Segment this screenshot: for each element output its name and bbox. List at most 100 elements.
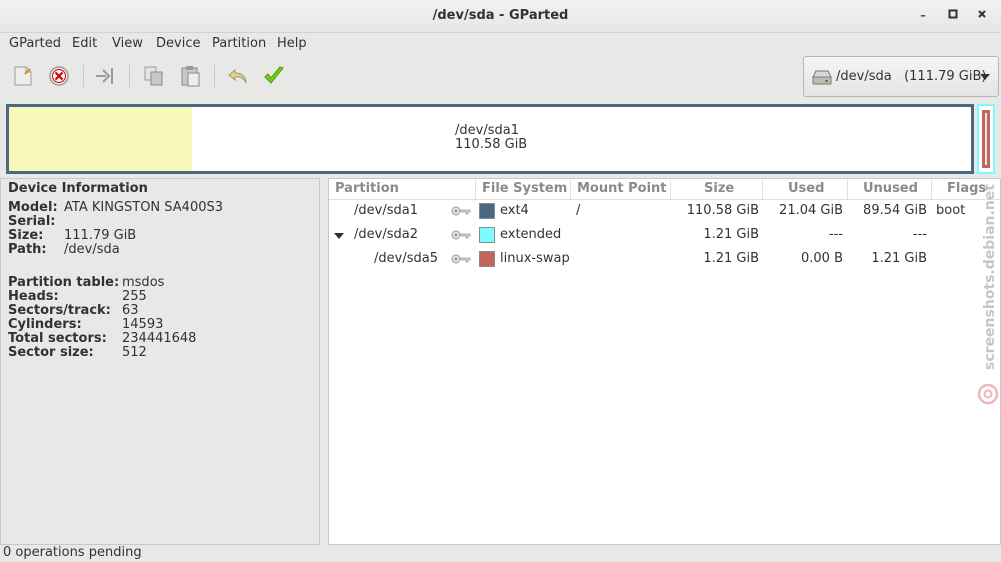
maximize-button[interactable] xyxy=(946,9,960,23)
info-value: 111.79 GiB xyxy=(64,228,137,243)
partition-unused: 89.54 GiB xyxy=(863,203,927,218)
undo-button[interactable] xyxy=(226,64,252,90)
chevron-down-icon xyxy=(980,74,990,80)
partition-used: 0.00 B xyxy=(801,251,843,266)
info-value: 255 xyxy=(122,289,147,304)
close-icon xyxy=(978,10,986,18)
info-key: Total sectors: xyxy=(8,331,107,346)
apply-button[interactable] xyxy=(262,64,288,90)
column-header-size[interactable]: Size xyxy=(704,181,734,196)
column-header-used[interactable]: Used xyxy=(788,181,824,196)
copy-button[interactable] xyxy=(142,64,168,90)
column-separator xyxy=(762,180,763,199)
debian-swirl-icon xyxy=(977,383,999,405)
info-value: ATA KINGSTON SA400S3 xyxy=(64,200,224,215)
info-key: Sector size: xyxy=(8,345,94,360)
partition-table: Partition File System Mount Point Size U… xyxy=(328,178,1001,545)
column-header-file-system[interactable]: File System xyxy=(482,181,567,196)
filesystem-color-swatch xyxy=(479,251,495,267)
table-row[interactable]: /dev/sda1 ext4 / 110.58 GiB 21.04 GiB 89… xyxy=(329,199,1000,223)
mount-point: / xyxy=(576,203,581,218)
menu-edit[interactable]: Edit xyxy=(72,36,97,51)
info-key: Heads: xyxy=(8,289,59,304)
menu-help[interactable]: Help xyxy=(277,36,307,51)
menu-partition[interactable]: Partition xyxy=(212,36,266,51)
menu-bar: GParted Edit View Device Partition Help xyxy=(0,33,1001,55)
checkmark-icon xyxy=(264,66,284,84)
device-selector-label: /dev/sda (111.79 GiB) xyxy=(836,69,987,84)
new-partition-button[interactable] xyxy=(11,64,37,90)
column-header-unused[interactable]: Unused xyxy=(863,181,918,196)
partition-unused: 1.21 GiB xyxy=(871,251,927,266)
filesystem: linux-swap xyxy=(500,251,570,266)
key-icon xyxy=(451,254,471,264)
device-information-heading: Device Information xyxy=(8,181,148,196)
info-value: msdos xyxy=(122,275,165,290)
filesystem-color-swatch xyxy=(479,227,495,243)
menu-view[interactable]: View xyxy=(112,36,143,51)
disk-graphic-extended[interactable] xyxy=(977,104,995,174)
filesystem: extended xyxy=(500,227,562,242)
table-header: Partition File System Mount Point Size U… xyxy=(329,179,1000,200)
info-value: 63 xyxy=(122,303,139,318)
operations-pending-status: 0 operations pending xyxy=(3,545,142,560)
menu-gparted[interactable]: GParted xyxy=(9,36,61,51)
delete-partition-button[interactable] xyxy=(47,64,73,90)
key-icon xyxy=(451,230,471,240)
paste-icon xyxy=(181,66,200,87)
toolbar-separator xyxy=(214,65,215,87)
column-separator xyxy=(931,180,932,199)
info-key: Model: xyxy=(8,200,58,215)
delete-icon xyxy=(49,66,69,86)
menu-device[interactable]: Device xyxy=(156,36,200,51)
disk-graphic-partition-size: 110.58 GiB xyxy=(455,137,528,152)
column-separator xyxy=(475,180,476,199)
resize-move-icon xyxy=(96,68,113,84)
info-key: Path: xyxy=(8,242,47,257)
swap-inner xyxy=(985,113,987,165)
status-bar: 0 operations pending xyxy=(0,545,1001,562)
new-document-icon xyxy=(14,66,32,86)
device-information-panel: Device Information Model: ATA KINGSTON S… xyxy=(0,178,320,545)
disk-graphic-swap[interactable] xyxy=(982,110,990,168)
close-button[interactable] xyxy=(975,9,989,23)
table-row[interactable]: /dev/sda5 linux-swap 1.21 GiB 0.00 B 1.2… xyxy=(329,247,1000,271)
toolbar: /dev/sda (111.79 GiB) xyxy=(0,55,1001,101)
disk-graphic-sda1[interactable]: /dev/sda1 110.58 GiB xyxy=(6,104,974,174)
hard-disk-icon xyxy=(812,70,832,85)
info-key: Cylinders: xyxy=(8,317,82,332)
info-key: Size: xyxy=(8,228,44,243)
disk-graphic-label: /dev/sda1 110.58 GiB xyxy=(455,124,527,152)
watermark: screenshots.debian.net xyxy=(977,184,999,405)
resize-move-button[interactable] xyxy=(93,64,119,90)
partition-used: 21.04 GiB xyxy=(779,203,843,218)
info-value: 512 xyxy=(122,345,147,360)
used-space-bar xyxy=(9,107,192,171)
filesystem: ext4 xyxy=(500,203,529,218)
watermark-text: screenshots.debian.net xyxy=(982,184,998,370)
column-separator xyxy=(847,180,848,199)
disk-graphic-partition-name: /dev/sda1 xyxy=(455,123,519,138)
filesystem-color-swatch xyxy=(479,203,495,219)
column-header-mount-point[interactable]: Mount Point xyxy=(577,181,667,196)
partition-used: --- xyxy=(828,227,843,242)
table-row[interactable]: /dev/sda2 extended 1.21 GiB --- --- xyxy=(329,223,1000,247)
device-selector[interactable]: /dev/sda (111.79 GiB) xyxy=(803,56,999,97)
copy-icon xyxy=(144,66,163,86)
paste-button[interactable] xyxy=(178,64,204,90)
column-header-partition[interactable]: Partition xyxy=(335,181,399,196)
info-value: 14593 xyxy=(122,317,164,332)
info-key: Serial: xyxy=(8,214,56,229)
column-separator xyxy=(670,180,671,199)
column-separator xyxy=(570,180,571,199)
info-value: /dev/sda xyxy=(64,242,120,257)
partition-size: 110.58 GiB xyxy=(686,203,759,218)
undo-icon xyxy=(228,68,247,84)
info-key: Partition table: xyxy=(8,275,120,290)
partition-name: /dev/sda1 xyxy=(354,203,418,218)
chevron-down-icon[interactable] xyxy=(334,233,344,239)
partition-size: 1.21 GiB xyxy=(703,251,759,266)
minimize-button[interactable]: – xyxy=(916,9,930,23)
partition-name: /dev/sda2 xyxy=(354,227,418,242)
title-bar: /dev/sda - GParted – xyxy=(0,0,1001,33)
